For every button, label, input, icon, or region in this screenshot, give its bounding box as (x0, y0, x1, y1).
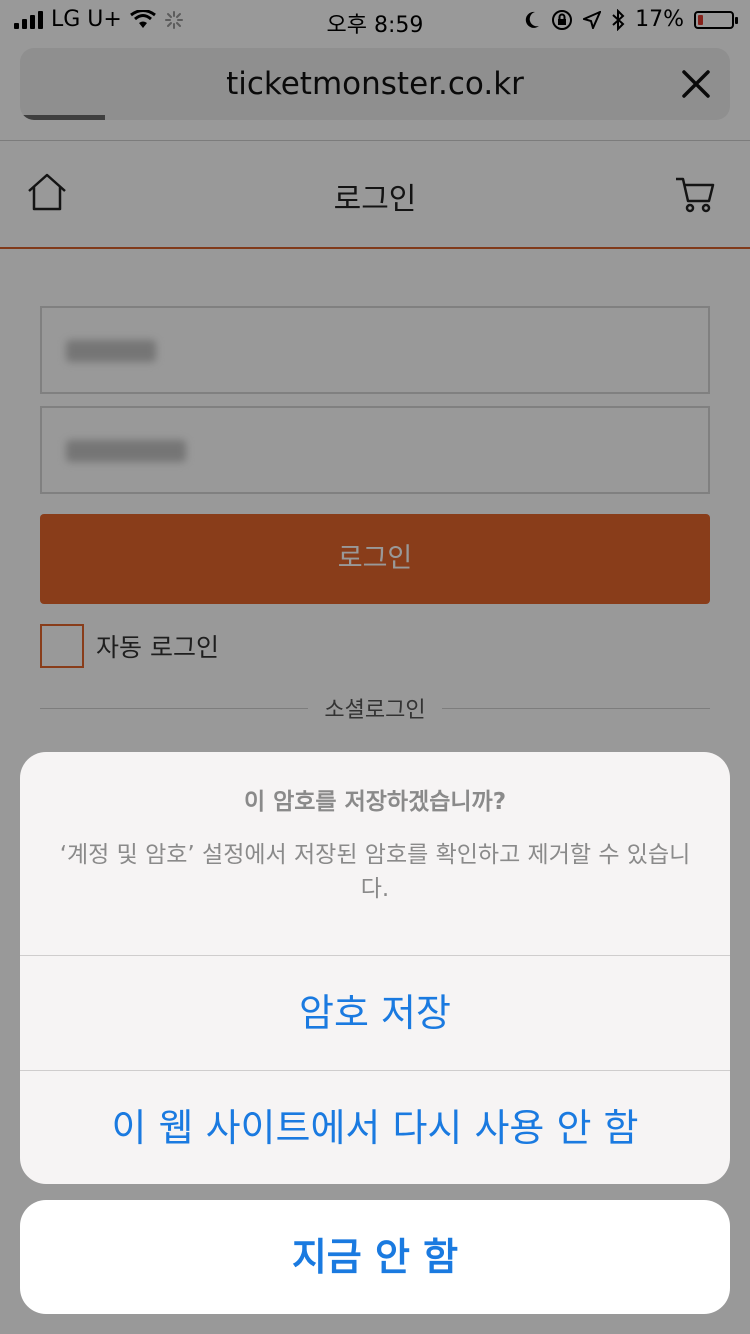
never-for-this-site-button[interactable]: 이 웹 사이트에서 다시 사용 안 함 (20, 1071, 730, 1184)
sheet-message: ‘계정 및 암호’ 설정에서 저장된 암호를 확인하고 제거할 수 있습니다. (59, 842, 691, 902)
save-password-button[interactable]: 암호 저장 (20, 956, 730, 1070)
sheet-title: 이 암호를 저장하겠습니까? (243, 789, 507, 815)
not-now-button[interactable]: 지금 안 함 (20, 1200, 730, 1314)
save-password-sheet: 이 암호를 저장하겠습니까? ‘계정 및 암호’ 설정에서 저장된 암호를 확인… (20, 752, 730, 1184)
